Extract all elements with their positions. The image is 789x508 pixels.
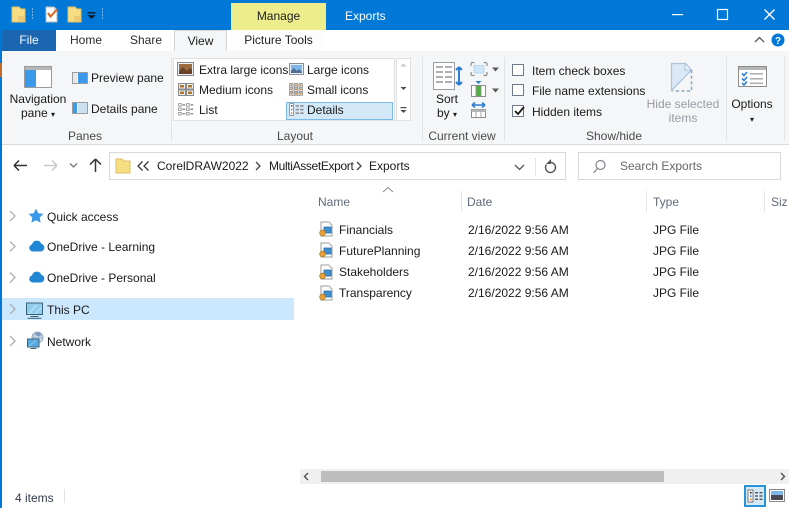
svg-text:?: ? <box>775 36 781 47</box>
